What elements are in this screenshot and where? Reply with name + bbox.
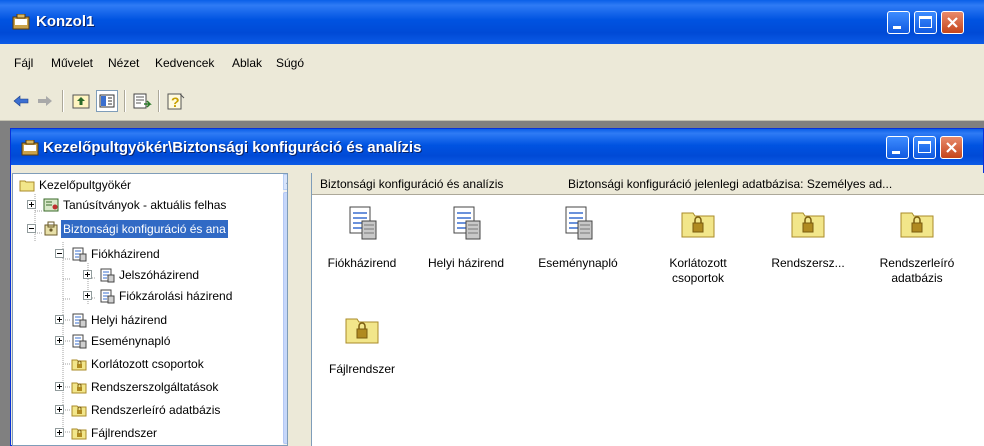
expand-icon[interactable]	[55, 315, 64, 324]
maximize-icon	[918, 141, 931, 153]
details-header-title: Biztonsági konfiguráció és analízis	[320, 177, 504, 191]
tree-item[interactable]: Fiókházirend	[13, 245, 281, 263]
child-close-button[interactable]	[940, 136, 963, 159]
policy-icon	[453, 206, 481, 240]
expand-icon[interactable]	[55, 382, 64, 391]
security-config-icon	[44, 221, 58, 236]
tree-item[interactable]: Jelszóházirend	[13, 266, 281, 284]
svg-text:?: ?	[171, 94, 180, 110]
expand-icon[interactable]	[27, 200, 36, 209]
expand-icon[interactable]	[55, 336, 64, 345]
console-tree: Kezelőpultgyökér Tanúsítványok - aktuáli…	[12, 173, 288, 446]
tree-item[interactable]: Kezelőpultgyökér	[13, 176, 281, 194]
export-list-button[interactable]	[131, 90, 153, 112]
help-icon: ?	[167, 93, 185, 110]
toolbar-separator	[62, 90, 64, 112]
up-one-level-button[interactable]	[70, 90, 92, 112]
menu-view[interactable]: Nézet	[108, 56, 139, 70]
tree-item[interactable]: Tanúsítványok - aktuális felhas	[13, 196, 281, 214]
details-header: Biztonsági konfiguráció és analízis Bizt…	[312, 173, 984, 195]
tree-item-selected[interactable]: Biztonsági konfiguráció és ana	[13, 220, 281, 238]
close-icon	[946, 142, 957, 153]
policy-icon	[100, 268, 115, 283]
tree-item[interactable]: Rendszerleíró adatbázis	[13, 401, 281, 419]
forward-arrow-icon	[38, 96, 52, 106]
close-button[interactable]	[941, 11, 964, 34]
collapse-icon[interactable]	[55, 249, 64, 258]
folder-icon	[19, 180, 35, 192]
list-item[interactable]: Rendszerleíró adatbázis	[867, 205, 967, 286]
list-item[interactable]: Helyi házirend	[416, 205, 516, 271]
locked-folder-icon	[681, 212, 715, 238]
app-title-bar[interactable]: Konzol1	[0, 0, 984, 44]
export-list-icon	[133, 93, 152, 109]
toolbar: ?	[0, 84, 984, 121]
tree-item[interactable]: Rendszerszolgáltatások	[13, 378, 281, 396]
maximize-icon	[919, 16, 932, 28]
help-button[interactable]: ?	[165, 90, 187, 112]
app-title: Konzol1	[36, 13, 95, 30]
policy-icon	[72, 313, 87, 328]
details-pane: Biztonsági konfiguráció és analízis Bizt…	[311, 173, 984, 446]
list-item[interactable]: Fiókházirend	[312, 205, 412, 271]
mmc-console-icon	[21, 140, 39, 156]
policy-icon	[72, 247, 87, 262]
expand-icon[interactable]	[55, 405, 64, 414]
menu-help[interactable]: Súgó	[276, 56, 304, 70]
child-maximize-button[interactable]	[913, 136, 936, 159]
child-window-title: Kezelőpultgyökér\Biztonsági konfiguráció…	[43, 139, 422, 156]
show-hide-tree-button[interactable]	[96, 90, 118, 112]
expand-icon[interactable]	[55, 428, 64, 437]
toolbar-separator	[124, 90, 126, 112]
tree-item[interactable]: Fiókzárolási házirend	[13, 287, 281, 305]
list-item[interactable]: Korlátozott csoportok	[648, 205, 748, 286]
list-item[interactable]: Eseménynapló	[528, 205, 628, 271]
minimize-icon	[893, 26, 901, 29]
policy-icon	[349, 206, 377, 240]
list-item[interactable]: Rendszersz...	[758, 205, 858, 271]
pane-splitter[interactable]	[288, 173, 311, 446]
policy-icon	[72, 334, 87, 349]
minimize-icon	[892, 151, 900, 154]
policy-icon	[100, 289, 115, 304]
toolbar-separator	[158, 90, 160, 112]
locked-folder-icon	[345, 318, 379, 344]
expand-icon[interactable]	[83, 291, 92, 300]
forward-button[interactable]	[34, 90, 56, 112]
collapse-icon[interactable]	[27, 224, 36, 233]
locked-folder-icon	[71, 359, 87, 371]
show-hide-tree-icon	[99, 94, 115, 108]
expand-icon[interactable]	[83, 270, 92, 279]
tree-item[interactable]: Helyi házirend	[13, 311, 281, 329]
locked-folder-icon	[791, 212, 825, 238]
menu-window[interactable]: Ablak	[232, 56, 262, 70]
locked-folder-icon	[71, 405, 87, 417]
back-arrow-icon	[13, 95, 29, 107]
locked-folder-icon	[71, 428, 87, 440]
menu-favorites[interactable]: Kedvencek	[155, 56, 214, 70]
list-item[interactable]: Fájlrendszer	[312, 311, 412, 377]
policy-icon	[565, 206, 593, 240]
mmc-console-icon	[12, 14, 30, 30]
details-header-description: Biztonsági konfiguráció jelenlegi adatbá…	[568, 177, 893, 191]
back-button[interactable]	[10, 90, 32, 112]
certificates-icon	[43, 198, 59, 212]
up-one-level-icon	[72, 94, 90, 109]
maximize-button[interactable]	[914, 11, 937, 34]
menu-action[interactable]: Művelet	[51, 56, 93, 70]
locked-folder-icon	[71, 382, 87, 394]
tree-item[interactable]: Korlátozott csoportok	[13, 355, 281, 373]
menu-file[interactable]: Fájl	[14, 56, 33, 70]
child-minimize-button[interactable]	[886, 136, 909, 159]
tree-item[interactable]: Eseménynapló	[13, 332, 281, 350]
tree-item[interactable]: Fájlrendszer	[13, 424, 281, 442]
locked-folder-icon	[900, 212, 934, 238]
menu-bar: Fájl Művelet Nézet Kedvencek Ablak Súgó	[0, 44, 984, 84]
child-window-title-bar[interactable]: Kezelőpultgyökér\Biztonsági konfiguráció…	[11, 129, 983, 165]
close-icon	[947, 17, 958, 28]
minimize-button[interactable]	[887, 11, 910, 34]
